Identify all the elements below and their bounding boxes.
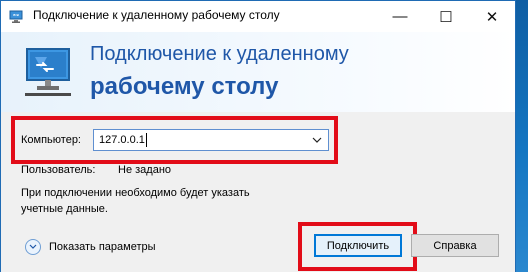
show-options-label: Показать параметры: [49, 241, 156, 253]
credentials-note: При подключении необходимо будет указать…: [21, 187, 250, 215]
dialog-content: Компьютер: 127.0.0.1 Пользователь: Не за…: [1, 112, 515, 272]
show-options-toggle[interactable]: Показать параметры: [25, 239, 156, 255]
header-banner: Подключение к удаленному рабочему столу: [1, 32, 515, 112]
heading-line-2: рабочему столу: [90, 73, 279, 100]
help-button[interactable]: Справка: [411, 234, 499, 257]
desktop-background: [516, 0, 528, 272]
connect-button[interactable]: Подключить: [314, 234, 402, 257]
caption-buttons: — ☐ ✕: [377, 1, 515, 32]
minimize-button[interactable]: —: [377, 1, 423, 32]
remote-desktop-icon: [9, 10, 23, 23]
computer-combobox[interactable]: 127.0.0.1: [93, 129, 329, 151]
expand-options-icon: [25, 239, 41, 255]
maximize-button[interactable]: ☐: [423, 1, 469, 32]
window-title: Подключение к удаленному рабочему столу: [33, 8, 280, 22]
user-label: Пользователь:: [21, 164, 96, 176]
computer-label: Компьютер:: [21, 134, 81, 146]
user-value: Не задано: [118, 164, 172, 176]
monitor-icon: [25, 48, 71, 96]
close-button[interactable]: ✕: [469, 1, 515, 32]
remote-desktop-window: Подключение к удаленному рабочему столу …: [0, 0, 516, 272]
text-caret: [145, 133, 147, 147]
heading-line-1: Подключение к удаленному: [90, 43, 349, 65]
computer-value: 127.0.0.1: [99, 134, 145, 146]
chevron-down-icon[interactable]: [308, 132, 326, 148]
title-bar: Подключение к удаленному рабочему столу …: [1, 1, 515, 32]
